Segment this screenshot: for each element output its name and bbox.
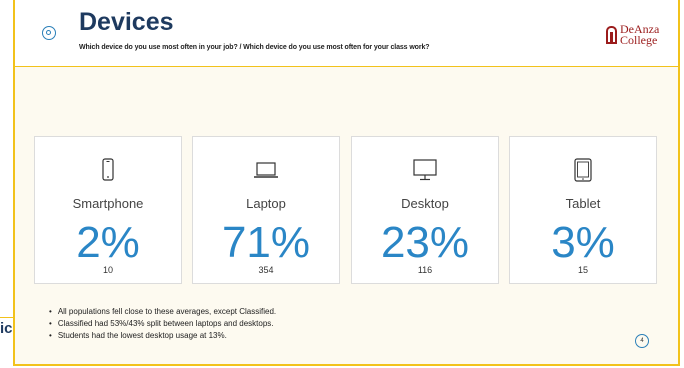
desktop-icon [412,157,438,183]
slide: Devices Which device do you use most oft… [13,0,680,366]
card-label: Tablet [565,196,601,211]
card-percent: 2% [76,218,140,267]
card-label: Desktop [401,196,449,211]
college-logo: DeAnza College [606,23,664,47]
list-item: Students had the lowest desktop usage at… [49,330,276,342]
logo-arch-icon [606,26,617,44]
list-item: Classified had 53%/43% split between lap… [49,318,276,330]
page-subtitle: Which device do you use most often in yo… [79,44,430,51]
logo-text-line2: College [620,33,658,47]
notes-list: All populations fell close to these aver… [49,306,276,342]
card-smartphone: Smartphone 2% 10 [34,136,182,284]
target-icon [42,26,56,40]
page-title: Devices [79,8,174,36]
laptop-icon [253,157,279,183]
card-tablet: Tablet 3% 15 [509,136,657,284]
card-count: 10 [102,265,113,275]
edge-title-fragment: ic [0,317,13,338]
card-count: 354 [258,265,274,275]
page-number: 4 [635,334,649,348]
card-percent: 23% [380,218,470,267]
card-percent: 71% [221,218,311,267]
card-label: Laptop [246,196,286,211]
slide-header: Devices Which device do you use most oft… [15,0,678,67]
card-count: 116 [417,265,433,275]
smartphone-icon [95,157,121,183]
card-desktop: Desktop 23% 116 [351,136,499,284]
list-item: All populations fell close to these aver… [49,306,276,318]
card-count: 15 [577,265,588,275]
tablet-icon [570,157,596,183]
card-laptop: Laptop 71% 354 [192,136,340,284]
card-label: Smartphone [72,196,144,211]
card-percent: 3% [551,218,615,267]
